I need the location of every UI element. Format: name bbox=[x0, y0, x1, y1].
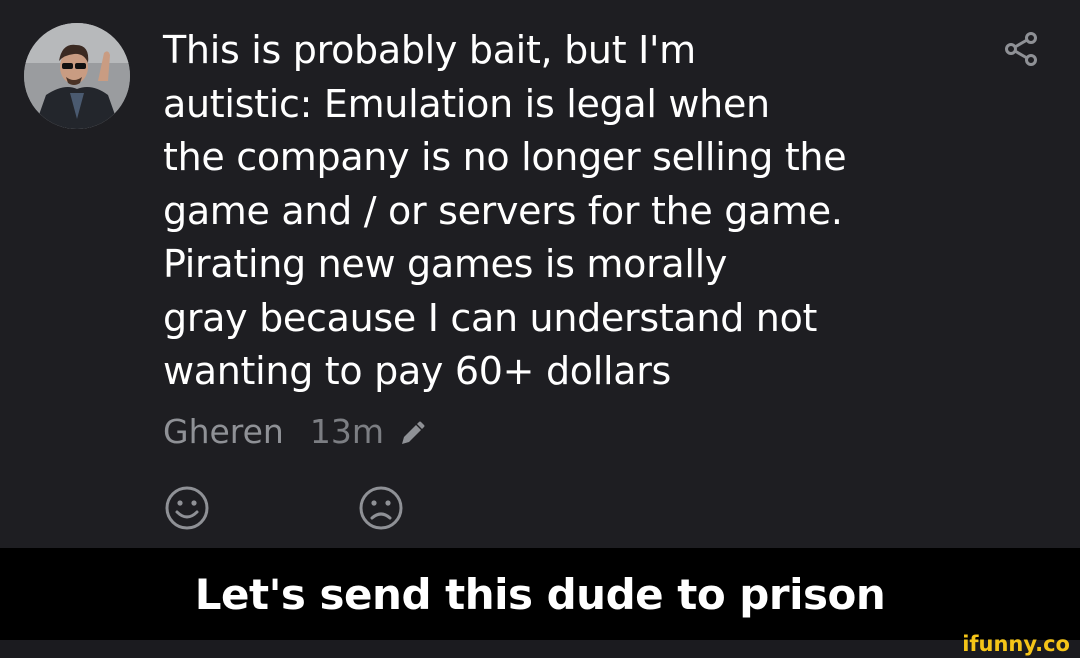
caption-text: Let's send this dude to prison bbox=[194, 569, 886, 619]
comment-line: autistic: Emulation is legal when bbox=[163, 81, 770, 126]
user-avatar[interactable] bbox=[24, 23, 130, 129]
meme-caption: Let's send this dude to prison bbox=[0, 548, 1080, 640]
comment-line: gray because I can understand not bbox=[163, 295, 818, 340]
pencil-icon[interactable] bbox=[398, 417, 426, 445]
smile-icon[interactable] bbox=[163, 484, 211, 532]
author-name[interactable]: Gheren bbox=[163, 412, 284, 451]
comment-card: This is probably bait, but I'm autistic:… bbox=[0, 0, 1080, 548]
timestamp: 13m bbox=[309, 411, 384, 451]
watermark: ifunny.co bbox=[962, 632, 1070, 656]
avatar-image bbox=[24, 23, 130, 129]
share-icon[interactable] bbox=[1004, 32, 1040, 66]
comment-text: This is probably bait, but I'm autistic:… bbox=[163, 24, 963, 399]
comment-line: Pirating new games is morally bbox=[163, 242, 728, 286]
frown-icon[interactable] bbox=[357, 484, 405, 532]
comment-meta: Gheren 13m bbox=[163, 408, 426, 454]
comment-line: wanting to pay 60+ dollars bbox=[163, 349, 672, 393]
comment-line: the company is no longer selling the bbox=[163, 135, 847, 179]
comment-line: This is probably bait, but I'm bbox=[163, 28, 696, 72]
comment-line: game and / or servers for the game. bbox=[163, 188, 843, 233]
